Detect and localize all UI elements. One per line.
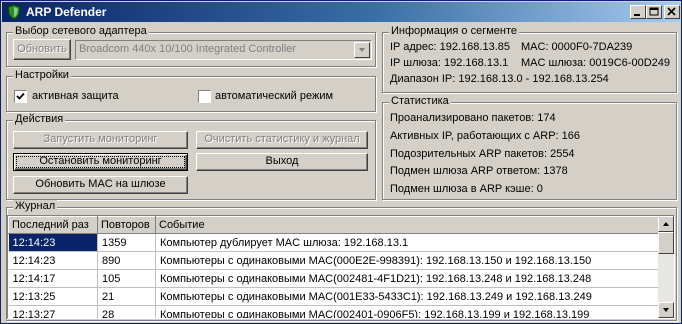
combo-dropdown-button[interactable]	[354, 42, 370, 58]
minimize-button[interactable]	[630, 5, 646, 19]
stat-active-ips: Активных IP, работающих с ARP: 166	[390, 130, 581, 142]
cell-time: 12:13:27	[8, 305, 98, 318]
table-row[interactable]: 12:14:17 105 Компьютеры с одинаковыми MA…	[8, 269, 659, 288]
arrow-down-icon	[663, 308, 669, 312]
cell-repeats: 21	[97, 287, 156, 306]
active-protection-checkbox[interactable]	[14, 90, 27, 103]
app-window: ARP Defender Выбор сетевого адаптера Обн…	[0, 0, 682, 324]
actions-legend: Действия	[13, 113, 66, 125]
update-gateway-mac-button[interactable]: Обновить MAC на шлюзе	[13, 176, 188, 194]
scroll-down-button[interactable]	[658, 302, 674, 318]
auto-mode-checkbox[interactable]	[198, 90, 211, 103]
stat-suspicious-packets: Подозрительных ARP пакетов: 2554	[390, 148, 575, 160]
auto-mode-label[interactable]: автоматический режим	[215, 90, 333, 102]
shield-icon	[7, 4, 21, 20]
segment-info-legend: Информация о сегменте	[389, 25, 519, 37]
cell-event: Компьютеры с одинаковыми MAC(002401-0906…	[155, 305, 659, 318]
cell-event: Компьютер дублирует MAC шлюза: 192.168.1…	[155, 233, 659, 252]
exit-button[interactable]: Выход	[196, 153, 368, 171]
stat-gateway-spoof-cache: Подмен шлюза в ARP кэше: 0	[390, 183, 543, 195]
cell-repeats: 890	[97, 251, 156, 270]
stat-gateway-spoof-reply: Подмен шлюза ARP ответом: 1378	[390, 165, 568, 177]
mac-address-text: MAC: 0000F0-7DA239	[521, 41, 633, 53]
table-row[interactable]: 12:13:27 28 Компьютеры с одинаковыми MAC…	[8, 305, 659, 318]
checkmark-icon	[16, 92, 25, 100]
stop-monitoring-button[interactable]: Остановить мониторинг	[13, 153, 188, 171]
window-title: ARP Defender	[26, 5, 107, 19]
maximize-icon	[649, 7, 659, 16]
scroll-thumb[interactable]	[658, 232, 674, 254]
cell-event: Компьютеры с одинаковыми MAC(000E2E-9983…	[155, 251, 659, 270]
table-row[interactable]: 12:14:23 890 Компьютеры с одинаковыми MA…	[8, 251, 659, 270]
scroll-up-button[interactable]	[658, 216, 674, 232]
cell-time: 12:14:23	[8, 233, 98, 252]
table-row[interactable]: 12:13:25 21 Компьютеры с одинаковыми MAC…	[8, 287, 659, 306]
adapter-select-value: Broadcom 440x 10/100 Integrated Controll…	[79, 43, 297, 55]
close-button[interactable]	[664, 5, 680, 19]
vertical-scrollbar[interactable]	[658, 216, 674, 318]
maximize-button[interactable]	[646, 5, 662, 19]
gateway-mac-text: MAC шлюза: 0019C6-00D249	[521, 57, 670, 69]
adapter-select[interactable]: Broadcom 440x 10/100 Integrated Controll…	[75, 40, 372, 60]
clear-stats-button[interactable]: Очистить статистику и журнал	[196, 131, 368, 149]
journal-table[interactable]: Последний раз Повторов Событие 12:14:23 …	[7, 215, 675, 319]
chevron-down-icon	[359, 48, 365, 52]
column-header-event[interactable]: Событие	[155, 216, 659, 234]
gateway-ip-text: IP шлюза: 192.168.13.1	[390, 57, 509, 69]
refresh-adapters-button[interactable]: Обновить	[13, 39, 71, 60]
journal-legend: Журнал	[13, 200, 58, 212]
cell-time: 12:13:25	[8, 287, 98, 306]
stat-packets-analyzed: Проанализировано пакетов: 174	[390, 112, 556, 124]
settings-legend: Настройки	[13, 69, 71, 81]
cell-time: 12:14:23	[8, 251, 98, 270]
column-header-repeats[interactable]: Повторов	[97, 216, 156, 234]
title-bar[interactable]: ARP Defender	[2, 2, 680, 22]
cell-repeats: 105	[97, 269, 156, 288]
cell-repeats: 1359	[97, 233, 156, 252]
adapter-legend: Выбор сетевого адаптера	[13, 25, 149, 37]
cell-time: 12:14:17	[8, 269, 98, 288]
table-row[interactable]: 12:14:23 1359 Компьютер дублирует MAC шл…	[8, 233, 659, 252]
column-header-last-time[interactable]: Последний раз	[8, 216, 98, 234]
arrow-up-icon	[663, 222, 669, 226]
close-icon	[667, 7, 676, 16]
cell-event: Компьютеры с одинаковыми MAC(002481-4F1D…	[155, 269, 659, 288]
ip-address-text: IP адрес: 192.168.13.85	[390, 41, 510, 53]
minimize-icon	[634, 14, 640, 16]
active-protection-label[interactable]: активная защита	[32, 90, 119, 102]
start-monitoring-button[interactable]: Запустить мониторинг	[13, 131, 188, 149]
cell-repeats: 28	[97, 305, 156, 318]
statistics-legend: Статистика	[389, 95, 451, 107]
cell-event: Компьютеры с одинаковыми MAC(001E33-5433…	[155, 287, 659, 306]
ip-range-text: Диапазон IP: 192.168.13.0 - 192.168.13.2…	[390, 73, 609, 85]
